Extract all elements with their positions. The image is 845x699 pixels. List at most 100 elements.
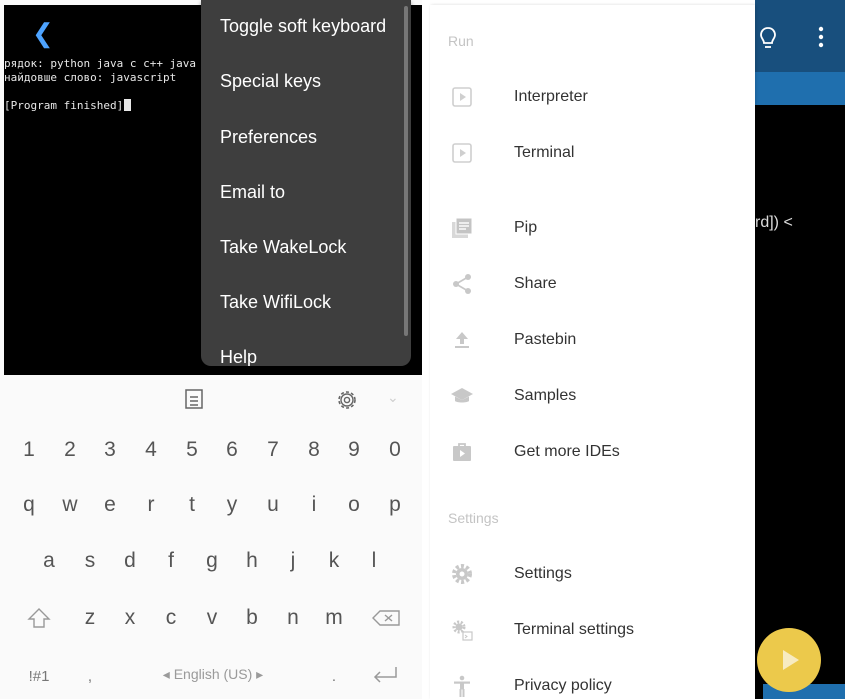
gear-icon[interactable]: [334, 387, 360, 413]
menu-item-take-wakelock[interactable]: Take WakeLock: [220, 235, 346, 259]
key-x[interactable]: x: [113, 606, 147, 630]
symbols-key[interactable]: !#1: [22, 665, 56, 689]
key-y[interactable]: y: [215, 493, 249, 517]
key-l[interactable]: l: [357, 549, 391, 573]
drawer-item-label: Pastebin: [514, 331, 577, 348]
lightbulb-icon[interactable]: [757, 25, 779, 51]
library-icon: [452, 217, 473, 238]
drawer-item-label: Settings: [514, 565, 572, 582]
period-key[interactable]: .: [317, 665, 351, 689]
run-fab-button[interactable]: [757, 628, 821, 692]
menu-item-email-to[interactable]: Email to: [220, 180, 285, 204]
key-1[interactable]: 1: [12, 438, 46, 462]
drawer-item-label: Pip: [514, 219, 538, 236]
drawer-item-privacy-policy[interactable]: Privacy policy: [430, 666, 755, 699]
key-j[interactable]: j: [276, 549, 310, 573]
play-icon: [783, 650, 799, 670]
drawer-item-terminal[interactable]: Terminal: [430, 133, 755, 173]
menu-item-preferences[interactable]: Preferences: [220, 125, 317, 149]
key-c[interactable]: c: [154, 606, 188, 630]
menu-item-take-wifilock[interactable]: Take WifiLock: [220, 290, 331, 314]
drawer-item-pastebin[interactable]: Pastebin: [430, 320, 755, 360]
drawer-item-pip[interactable]: Pip: [430, 208, 755, 248]
key-5[interactable]: 5: [175, 438, 209, 462]
key-m[interactable]: m: [317, 606, 351, 630]
key-a[interactable]: a: [32, 549, 66, 573]
key-o[interactable]: o: [337, 493, 371, 517]
key-q[interactable]: q: [12, 493, 46, 517]
drawer-item-get-more-ides[interactable]: Get more IDEs: [430, 432, 755, 472]
section-settings-header: Settings: [448, 510, 499, 526]
drawer-item-label: Terminal: [514, 144, 575, 161]
drawer-item-interpreter[interactable]: Interpreter: [430, 77, 755, 117]
drawer-item-settings[interactable]: Settings: [430, 554, 755, 594]
drawer-item-terminal-settings[interactable]: Terminal settings: [430, 610, 755, 650]
terminal-context-menu: Toggle soft keyboard Special keys Prefer…: [201, 0, 411, 366]
key-n[interactable]: n: [276, 606, 310, 630]
comma-key[interactable]: ,: [73, 665, 107, 689]
upload-icon: [455, 332, 469, 348]
key-i[interactable]: i: [297, 493, 331, 517]
backspace-icon[interactable]: [370, 606, 404, 630]
gear-icon: [452, 564, 472, 584]
key-p[interactable]: p: [378, 493, 412, 517]
share-icon: [453, 274, 471, 294]
cursor: [124, 99, 132, 111]
navigation-drawer: Run Interpreter Terminal Pip Share Paste…: [430, 5, 755, 699]
section-run-header: Run: [448, 33, 474, 49]
drawer-item-label: Get more IDEs: [514, 443, 620, 460]
chevron-down-icon[interactable]: ⌄: [387, 389, 399, 406]
play-box-icon: [452, 87, 472, 107]
store-icon: [453, 443, 471, 461]
key-r[interactable]: r: [134, 493, 168, 517]
key-f[interactable]: f: [154, 549, 188, 573]
back-chevron-icon[interactable]: ❮: [32, 20, 54, 46]
menu-item-special-keys[interactable]: Special keys: [220, 69, 321, 93]
key-u[interactable]: u: [256, 493, 290, 517]
terminal-line: рядок: python java c c++ java: [4, 57, 197, 70]
key-2[interactable]: 2: [53, 438, 87, 462]
more-vert-icon[interactable]: [818, 26, 824, 48]
key-b[interactable]: b: [235, 606, 269, 630]
drawer-item-label: Interpreter: [514, 88, 588, 105]
clipboard-icon[interactable]: [184, 388, 204, 410]
terminal-line: [Program finished]: [4, 99, 132, 112]
key-7[interactable]: 7: [256, 438, 290, 462]
key-g[interactable]: g: [195, 549, 229, 573]
code-fragment: rd]) <: [755, 214, 793, 231]
key-d[interactable]: d: [113, 549, 147, 573]
key-8[interactable]: 8: [297, 438, 331, 462]
terminal-line: найдовше слово: javascript: [4, 71, 177, 84]
shift-icon[interactable]: [22, 606, 56, 630]
accessibility-icon: [454, 675, 470, 697]
drawer-item-label: Samples: [514, 387, 577, 404]
language-space-key[interactable]: ◂ English (US) ▸: [158, 666, 268, 683]
key-k[interactable]: k: [317, 549, 351, 573]
key-s[interactable]: s: [73, 549, 107, 573]
key-0[interactable]: 0: [378, 438, 412, 462]
key-t[interactable]: t: [175, 493, 209, 517]
key-w[interactable]: w: [53, 493, 87, 517]
key-v[interactable]: v: [195, 606, 229, 630]
key-9[interactable]: 9: [337, 438, 371, 462]
key-z[interactable]: z: [73, 606, 107, 630]
terminal-line-text: [Program finished]: [4, 99, 124, 112]
terminal-screen: ❮ рядок: python java c c++ java найдовше…: [0, 0, 422, 699]
play-box-icon: [452, 143, 472, 163]
key-h[interactable]: h: [235, 549, 269, 573]
drawer-item-share[interactable]: Share: [430, 264, 755, 304]
drawer-item-samples[interactable]: Samples: [430, 376, 755, 416]
key-3[interactable]: 3: [93, 438, 127, 462]
drawer-item-label: Terminal settings: [514, 621, 635, 638]
menu-item-help[interactable]: Help: [220, 345, 257, 366]
menu-scrollbar[interactable]: [404, 6, 408, 336]
menu-item-toggle-soft-keyboard[interactable]: Toggle soft keyboard: [220, 14, 386, 38]
school-icon: [451, 388, 473, 403]
key-4[interactable]: 4: [134, 438, 168, 462]
key-e[interactable]: e: [93, 493, 127, 517]
editor-behind: rd]) <: [755, 0, 845, 699]
soft-keyboard: ⌄ 1 2 3 4 5 6 7 8 9 0 q w e r t y u i o …: [0, 375, 422, 699]
key-6[interactable]: 6: [215, 438, 249, 462]
enter-icon[interactable]: [368, 663, 402, 687]
drawer-item-label: Share: [514, 275, 557, 292]
